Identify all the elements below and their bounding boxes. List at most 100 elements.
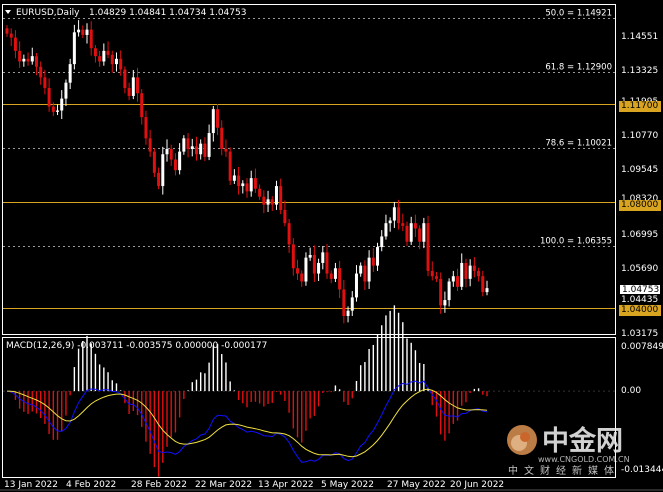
candle-body [460,262,464,287]
ohlc-values: 1.04829 1.04841 1.04734 1.04753 [89,8,246,18]
candle-body [434,276,438,279]
candle-body [64,82,68,99]
date-axis[interactable]: 13 Jan 2022 4 Feb 2022 28 Feb 2022 22 Ma… [4,480,504,490]
price-tick: 1.13325 [621,66,658,76]
candle-body [72,32,76,65]
candle-body [119,58,123,70]
candle-body [354,273,358,298]
date-tick: 28 Feb 2022 [131,480,187,490]
watermark-slogan: 中文财经新媒体 [508,464,620,477]
candle-body [123,69,127,88]
candle-body [211,109,215,134]
candle-body [186,138,190,149]
candle-body [165,148,169,155]
candle-body [157,172,161,187]
candle-body [127,87,131,96]
date-tick: 5 May 2022 [321,480,374,490]
candle-body [216,109,220,128]
candle-body [262,196,266,205]
price-tick: 1.03175 [621,329,658,339]
candle-body [447,281,451,301]
level-tag: 1.08000 [619,200,661,211]
date-tick: 27 May 2022 [387,480,446,490]
candle-body [106,50,110,55]
cngold-logo-icon [507,425,537,455]
candle-body [464,262,468,279]
candle-body [85,29,89,35]
candle-body [384,223,388,237]
candle-body [266,199,270,205]
candle-body [409,223,413,242]
price-tick: 1.10770 [621,131,658,141]
candle-body [144,117,148,139]
date-tick: 13 Apr 2022 [258,480,314,490]
candle-body [98,56,102,62]
candle-body [413,223,417,229]
candle-body [287,223,291,245]
chart-window[interactable]: 50.0 = 1.14921 61.8 = 1.12900 78.6 = 1.100… [0,0,663,492]
fibonacci-label: 50.0 = 1.14921 [545,9,612,19]
candle-body [93,48,97,57]
collapse-arrow-icon[interactable] [5,10,11,14]
date-tick: 4 Feb 2022 [66,480,116,490]
candle-body [60,98,64,111]
candle-body [224,148,228,152]
candle-body [13,37,17,51]
candle-body [388,220,392,224]
price-tick: 1.06995 [621,230,658,240]
candle-body [114,58,118,65]
candle-body [43,77,47,88]
candle-body [346,310,350,316]
candle-body [359,265,363,274]
candle-body [430,270,434,277]
candle-body [401,223,405,226]
candle-body [477,270,481,277]
date-tick: 13 Jan 2022 [4,480,58,490]
candle-body [18,50,22,62]
candle-body [232,175,236,181]
date-tick: 22 Mar 2022 [195,480,252,490]
fibonacci-label: 78.6 = 1.10021 [545,139,612,149]
candle-body [443,300,447,306]
candle-body [317,262,321,274]
candle-body [220,127,224,149]
candle-body [136,77,140,94]
candle-body [68,64,72,83]
candle-body [304,257,308,282]
candle-body [194,146,198,155]
current-price-tag: 1.04753 [619,284,661,295]
candle-body [426,223,430,271]
candle-body [173,159,177,171]
candle-body [392,207,396,221]
candle-body [30,56,34,62]
candle-body [371,257,375,266]
candle-body [199,143,203,155]
chart-canvas[interactable]: 50.0 = 1.14921 61.8 = 1.12900 78.6 = 1.100… [0,0,663,492]
candle-body [140,93,144,118]
candle-body [468,265,472,279]
candle-body [422,223,426,242]
candle-body [148,138,152,152]
candle-body [253,178,257,189]
candle-body [342,289,346,316]
candle-body [329,273,333,279]
candle-body [296,268,300,274]
candle-body [485,288,489,293]
price-tick: 1.05690 [621,264,658,274]
watermark-brand: 中金网 [542,425,623,457]
candle-body [270,199,274,205]
candle-body [367,257,371,282]
level-tag: 1.04000 [619,305,661,316]
candle-body [279,186,283,210]
watermark-url: www.CNGOLD.COM.CN [538,455,630,464]
candle-body [39,66,43,78]
candle-body [178,151,182,171]
price-tick: 1.14551 [621,32,658,42]
candle-body [439,278,443,306]
candle-body [325,252,329,274]
candle-body [228,151,232,181]
candle-body [51,106,55,112]
candle-body [274,186,278,205]
price-tick: 1.04435 [621,295,658,305]
macd-tick: 0.00 [621,386,641,396]
